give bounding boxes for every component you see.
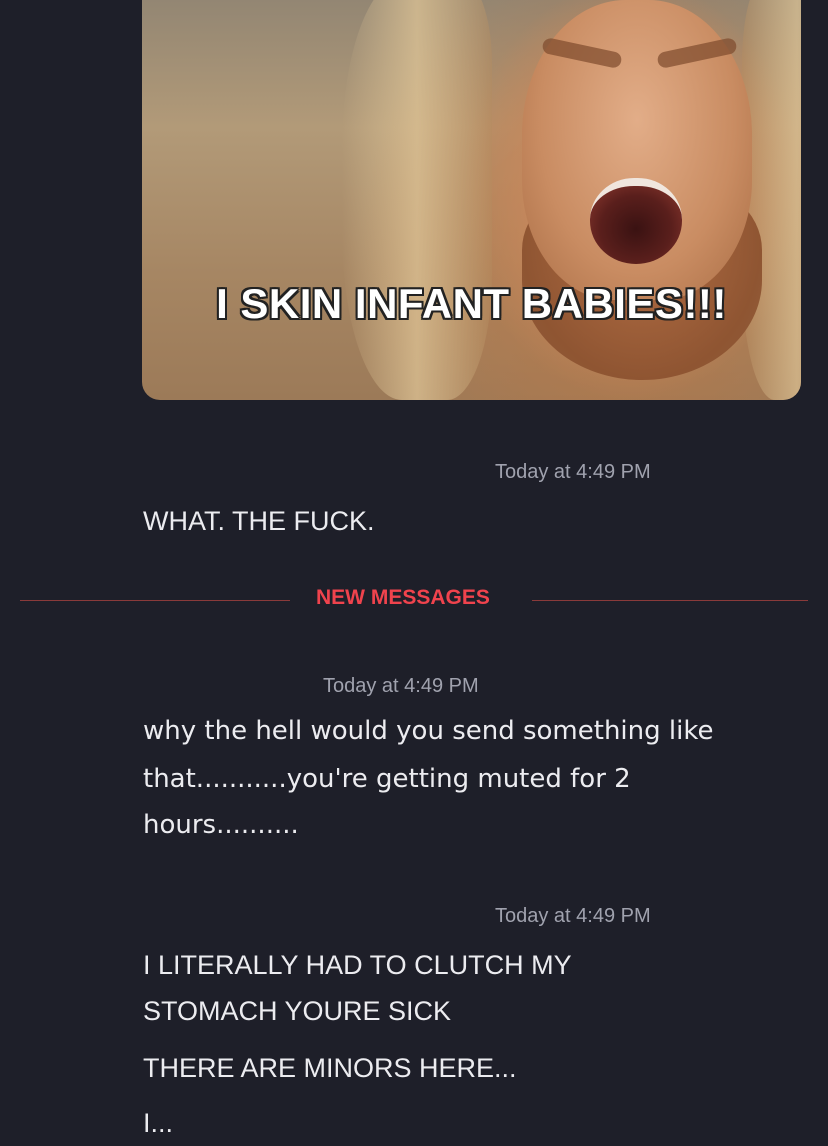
- message-text: I...: [143, 1108, 174, 1138]
- message-text: I LITERALLY HAD TO CLUTCH MY: [143, 950, 572, 980]
- image-caption: I SKIN INFANT BABIES!!!: [216, 280, 727, 327]
- message-text: that...........you're getting muted for …: [143, 764, 631, 794]
- chat-view: I SKIN INFANT BABIES!!! Today at 4:49 PM…: [0, 0, 828, 1146]
- image-hair-left: [342, 0, 492, 400]
- message-timestamp: Today at 4:49 PM: [495, 461, 651, 483]
- image-hair-right: [742, 0, 801, 400]
- new-messages-divider-label: NEW MESSAGES: [316, 586, 490, 609]
- message-text: WHAT. THE FUCK.: [143, 506, 375, 536]
- message-timestamp: Today at 4:49 PM: [495, 905, 651, 927]
- new-messages-divider-line-right: [532, 600, 808, 601]
- image-attachment[interactable]: I SKIN INFANT BABIES!!!: [142, 0, 801, 400]
- message-text: THERE ARE MINORS HERE...: [143, 1053, 517, 1083]
- message-text: hours..........: [143, 810, 299, 840]
- image-mouth: [590, 178, 682, 264]
- new-messages-divider-line-left: [20, 600, 290, 601]
- message-timestamp: Today at 4:49 PM: [323, 675, 479, 697]
- message-text: why the hell would you send something li…: [143, 716, 714, 746]
- message-text: STOMACH YOURE SICK: [143, 996, 452, 1026]
